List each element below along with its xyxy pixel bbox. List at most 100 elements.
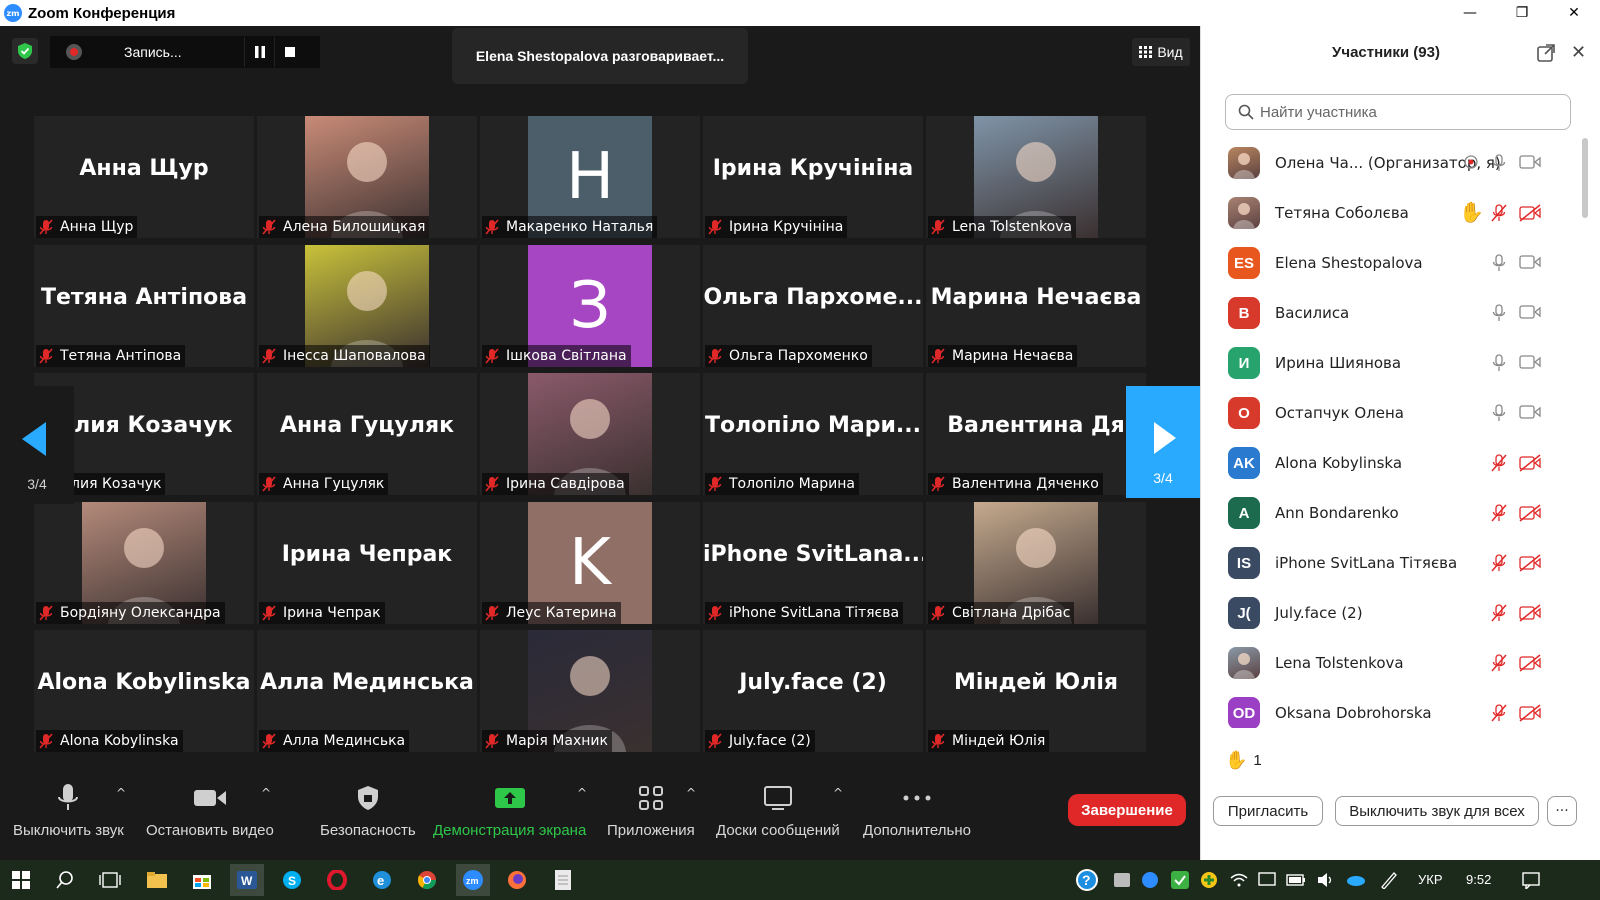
video-tile[interactable]: Бордіяну Олександра: [34, 502, 254, 624]
more-button[interactable]: Дополнительно: [863, 778, 971, 839]
firefox-icon[interactable]: [500, 864, 534, 896]
file-explorer-icon[interactable]: [140, 864, 174, 896]
participant-row[interactable]: ES Elena Shestopalova: [1201, 238, 1581, 288]
mute-button[interactable]: Выключить звук: [13, 778, 124, 839]
video-tile[interactable]: K Леус Катерина: [480, 502, 700, 624]
whiteboards-button[interactable]: Доски сообщений: [716, 778, 840, 839]
apps-options-caret-icon[interactable]: ^: [686, 786, 696, 800]
apps-button[interactable]: Приложения: [607, 778, 695, 839]
video-camera-icon[interactable]: [1519, 404, 1541, 423]
video-tile[interactable]: Інесса Шаповалова: [257, 245, 477, 367]
video-tile[interactable]: Анна Щур Анна Щур: [34, 116, 254, 238]
muted-mic-icon[interactable]: [1490, 554, 1508, 576]
video-camera-icon[interactable]: [1519, 254, 1541, 273]
video-off-icon[interactable]: [1519, 454, 1541, 476]
muted-mic-icon[interactable]: [1490, 654, 1508, 676]
participant-row[interactable]: Lena Tolstenkova: [1201, 638, 1581, 688]
search-taskbar-icon[interactable]: [48, 864, 82, 896]
stop-video-button[interactable]: Остановить видео: [146, 778, 274, 839]
microphone-icon[interactable]: [1492, 404, 1506, 426]
video-tile[interactable]: Ольга Пархоме... Ольга Пархоменко: [703, 245, 923, 367]
scroll-thumb[interactable]: [1582, 138, 1588, 218]
encryption-shield-icon[interactable]: [12, 38, 38, 64]
video-off-icon[interactable]: [1519, 554, 1541, 576]
pause-recording-button[interactable]: [244, 37, 274, 67]
video-off-icon[interactable]: [1519, 204, 1541, 226]
whiteboard-options-caret-icon[interactable]: ^: [833, 786, 843, 800]
video-tile[interactable]: Толопіло Мари... Толопіло Марина: [703, 373, 923, 495]
microphone-icon[interactable]: [1492, 304, 1506, 326]
stop-recording-button[interactable]: [274, 37, 304, 67]
video-tile[interactable]: Марія Махник: [480, 630, 700, 752]
participant-row[interactable]: J(July.face (2): [1201, 588, 1581, 638]
onedrive-icon[interactable]: [1339, 864, 1373, 896]
windows-start-icon[interactable]: [4, 864, 38, 896]
plus-tray-icon[interactable]: [1192, 864, 1226, 896]
language-indicator[interactable]: УКР: [1418, 872, 1443, 887]
muted-mic-icon[interactable]: [1490, 454, 1508, 476]
skype-icon[interactable]: S: [275, 864, 309, 896]
video-tile[interactable]: Lena Tolstenkova: [926, 116, 1146, 238]
participant-row[interactable]: О Остапчук Олена: [1201, 388, 1581, 438]
notepad-icon[interactable]: [546, 864, 580, 896]
video-tile[interactable]: Світлана Дрібас: [926, 502, 1146, 624]
pen-icon[interactable]: [1372, 864, 1406, 896]
task-view-icon[interactable]: [93, 864, 127, 896]
video-tile[interactable]: Марина Нечаєва Марина Нечаєва: [926, 245, 1146, 367]
video-off-icon[interactable]: [1519, 504, 1541, 526]
participant-row[interactable]: IS iPhone SvitLana Тітяєва: [1201, 538, 1581, 588]
microphone-icon[interactable]: [1492, 254, 1506, 276]
video-tile[interactable]: iPhone SvitLana... iPhone SvitLana Тітяєв…: [703, 502, 923, 624]
video-off-icon[interactable]: [1519, 704, 1541, 726]
opera-icon[interactable]: [320, 864, 354, 896]
microphone-icon[interactable]: [1492, 354, 1506, 376]
word-icon[interactable]: W: [230, 864, 264, 896]
video-tile[interactable]: З Ішкова Світлана: [480, 245, 700, 367]
video-camera-icon[interactable]: [1519, 154, 1541, 173]
video-tile[interactable]: Ірина Савдірова: [480, 373, 700, 495]
video-camera-icon[interactable]: [1519, 304, 1541, 323]
video-off-icon[interactable]: [1519, 654, 1541, 676]
battery-icon[interactable]: [1279, 864, 1313, 896]
participant-row[interactable]: В Василиса: [1201, 288, 1581, 338]
minimize-button[interactable]: —: [1444, 0, 1496, 26]
muted-mic-icon[interactable]: [1490, 604, 1508, 626]
panel-more-button[interactable]: ···: [1547, 796, 1577, 826]
muted-mic-icon[interactable]: [1490, 704, 1508, 726]
end-meeting-button[interactable]: Завершение: [1068, 794, 1186, 826]
video-tile[interactable]: Тетяна Антіпова Тетяна Антіпова: [34, 245, 254, 367]
edge-icon[interactable]: e: [365, 864, 399, 896]
view-button[interactable]: Вид: [1132, 38, 1190, 66]
video-camera-icon[interactable]: [1519, 354, 1541, 373]
previous-page-button[interactable]: 3/4: [0, 386, 74, 504]
zoom-taskbar-icon[interactable]: zm: [456, 864, 490, 896]
video-tile[interactable]: Алена Билошицкая: [257, 116, 477, 238]
video-tile[interactable]: July.face (2) July.face (2): [703, 630, 923, 752]
microphone-icon[interactable]: [1492, 154, 1506, 176]
video-tile[interactable]: Анна Гуцуляк Анна Гуцуляк: [257, 373, 477, 495]
popout-icon[interactable]: [1537, 44, 1555, 66]
participant-row[interactable]: Тетяна Соболєва ✋: [1201, 188, 1581, 238]
video-tile[interactable]: Валентина Дя Валентина Дяченко: [926, 373, 1146, 495]
invite-button[interactable]: Пригласить: [1213, 796, 1323, 826]
mute-all-button[interactable]: Выключить звук для всех: [1335, 796, 1539, 826]
participant-row[interactable]: OD Oksana Dobrohorska: [1201, 688, 1581, 728]
video-tile[interactable]: Alona Kobylinska Alona Kobylinska: [34, 630, 254, 752]
zoom-tray-icon[interactable]: [1133, 864, 1167, 896]
video-tile[interactable]: Міндей Юлія Міндей Юлія: [926, 630, 1146, 752]
security-button[interactable]: Безопасность: [320, 778, 416, 839]
participant-row[interactable]: A Ann Bondarenko: [1201, 488, 1581, 538]
video-tile[interactable]: Ірина Кручініна Ірина Кручініна: [703, 116, 923, 238]
video-off-icon[interactable]: [1519, 604, 1541, 626]
video-tile[interactable]: Алла Мединська Алла Мединська: [257, 630, 477, 752]
muted-mic-icon[interactable]: [1490, 504, 1508, 526]
participant-search[interactable]: [1225, 94, 1571, 130]
audio-options-caret-icon[interactable]: ^: [116, 786, 126, 800]
clock[interactable]: 9:52: [1466, 872, 1491, 887]
video-options-caret-icon[interactable]: ^: [261, 786, 271, 800]
next-page-button[interactable]: 3/4: [1126, 386, 1200, 498]
notifications-icon[interactable]: [1514, 864, 1548, 896]
help-icon[interactable]: ?: [1070, 864, 1104, 896]
chrome-icon[interactable]: [410, 864, 444, 896]
search-input[interactable]: [1260, 103, 1560, 121]
